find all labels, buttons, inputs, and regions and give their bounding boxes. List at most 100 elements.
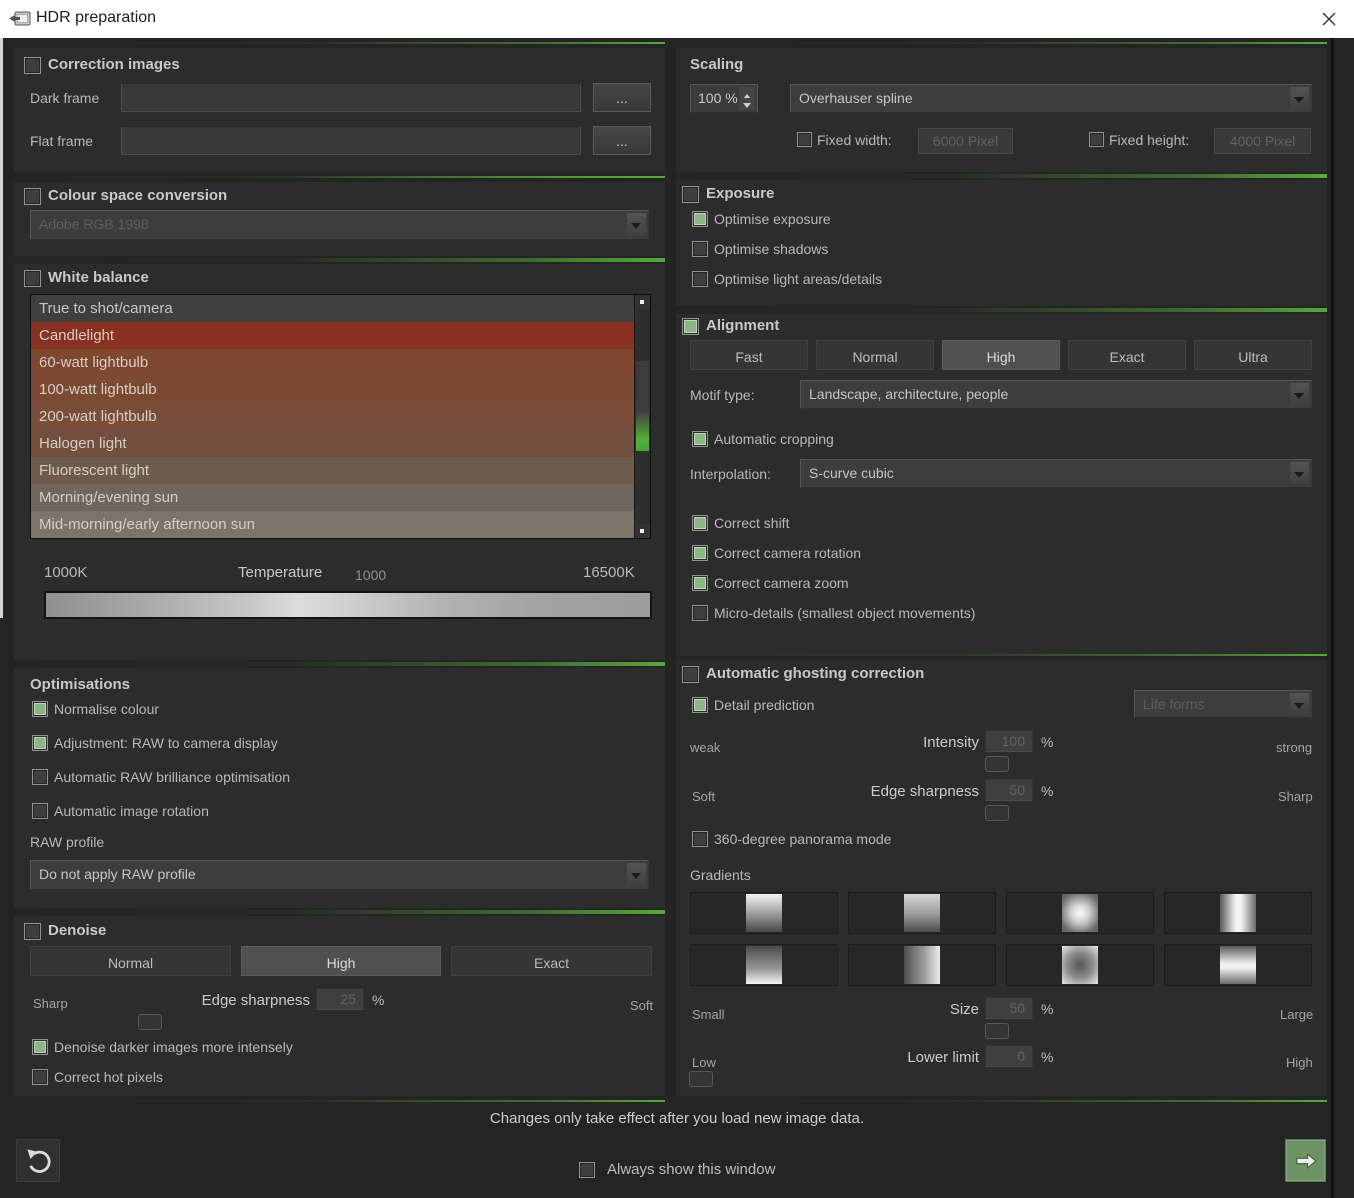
raw-profile-label: RAW profile xyxy=(30,834,104,850)
list-item[interactable]: Morning/evening sun xyxy=(31,484,650,511)
gradient-tile-1[interactable] xyxy=(690,892,838,934)
motif-type-dropdown[interactable]: Landscape, architecture, people xyxy=(800,380,1312,409)
lower-limit-value[interactable]: 0 xyxy=(985,1045,1033,1067)
close-icon[interactable] xyxy=(1316,7,1342,31)
alignment-mode-high[interactable]: High xyxy=(942,340,1060,370)
fixed-height-checkbox[interactable] xyxy=(1089,132,1104,147)
app-icon xyxy=(8,9,32,34)
panorama-mode-checkbox[interactable] xyxy=(692,831,708,847)
section-title: Exposure xyxy=(706,185,774,202)
window-right-edge xyxy=(1331,38,1334,1198)
slider-right-label: Sharp xyxy=(1278,789,1313,804)
alignment-mode-ultra[interactable]: Ultra xyxy=(1194,340,1312,370)
fixed-width-checkbox[interactable] xyxy=(797,132,812,147)
micro-details-checkbox[interactable] xyxy=(692,605,708,621)
raw-profile-dropdown[interactable]: Do not apply RAW profile xyxy=(30,860,649,890)
fixed-height-input[interactable]: 4000 Pixel xyxy=(1214,128,1311,154)
gradient-tile-4[interactable] xyxy=(1164,892,1312,934)
exposure-checkbox[interactable] xyxy=(682,186,699,203)
always-show-checkbox[interactable] xyxy=(579,1162,595,1178)
scale-percent-spinner[interactable]: 100 % xyxy=(690,84,758,113)
scrollbar-thumb[interactable] xyxy=(636,361,649,451)
list-item[interactable]: True to shot/camera xyxy=(31,295,650,322)
flat-frame-input[interactable] xyxy=(121,126,581,155)
alignment-checkbox[interactable] xyxy=(682,318,699,335)
scroll-down-icon[interactable] xyxy=(635,524,650,538)
colour-space-checkbox[interactable] xyxy=(24,188,41,205)
intensity-slider-handle[interactable] xyxy=(985,756,1009,772)
dark-frame-browse-button[interactable]: ... xyxy=(593,83,651,112)
alignment-mode-normal[interactable]: Normal xyxy=(816,340,934,370)
gradient-tile-7[interactable] xyxy=(1006,944,1154,986)
scaling-section: Scaling 100 % Overhauser spline Fixed wi… xyxy=(676,48,1327,172)
gradient-tile-3[interactable] xyxy=(1006,892,1154,934)
dropdown-arrow-icon xyxy=(1290,87,1309,110)
ghosting-checkbox[interactable] xyxy=(682,666,699,683)
scroll-up-icon[interactable] xyxy=(635,295,650,309)
detail-prediction-dropdown[interactable]: Life forms xyxy=(1134,690,1312,718)
section-title: Correction images xyxy=(48,56,180,73)
checkbox-label: Correct camera zoom xyxy=(714,575,849,591)
colour-space-dropdown[interactable]: Adobe RGB 1998 xyxy=(30,210,649,240)
forward-arrow-icon xyxy=(1293,1148,1319,1174)
denoise-mode-exact[interactable]: Exact xyxy=(451,946,652,976)
always-show-row: Always show this window xyxy=(0,1161,1354,1181)
dropdown-arrow-icon xyxy=(1290,693,1309,715)
image-rotation-checkbox[interactable] xyxy=(32,803,48,819)
scaling-method-dropdown[interactable]: Overhauser spline xyxy=(790,84,1312,113)
fixed-width-input[interactable]: 6000 Pixel xyxy=(918,128,1013,154)
edge-sharpness-value[interactable]: 50 xyxy=(985,779,1033,801)
list-item[interactable]: 200-watt lightbulb xyxy=(31,403,650,430)
list-item[interactable]: Candlelight xyxy=(31,322,650,349)
list-item[interactable]: Halogen light xyxy=(31,430,650,457)
correction-images-checkbox[interactable] xyxy=(24,57,41,74)
intensity-value[interactable]: 100 xyxy=(985,730,1033,752)
denoise-darker-checkbox[interactable] xyxy=(32,1039,48,1055)
correct-rotation-checkbox[interactable] xyxy=(692,545,708,561)
automatic-cropping-checkbox[interactable] xyxy=(692,431,708,447)
white-balance-checkbox[interactable] xyxy=(24,270,41,287)
interpolation-dropdown[interactable]: S-curve cubic xyxy=(800,459,1312,488)
gradient-tile-6[interactable] xyxy=(848,944,996,986)
dropdown-arrow-icon xyxy=(1290,383,1309,406)
optimise-light-areas-checkbox[interactable] xyxy=(692,271,708,287)
list-item[interactable]: Fluorescent light xyxy=(31,457,650,484)
normalise-colour-checkbox[interactable] xyxy=(32,701,48,717)
correct-shift-checkbox[interactable] xyxy=(692,515,708,531)
optimisations-section: Optimisations Normalise colour Adjustmen… xyxy=(14,668,665,908)
gradient-tile-5[interactable] xyxy=(690,944,838,986)
gradient-tile-2[interactable] xyxy=(848,892,996,934)
size-value[interactable]: 50 xyxy=(985,997,1033,1019)
gradient-tile-8[interactable] xyxy=(1164,944,1312,986)
alignment-mode-fast[interactable]: Fast xyxy=(690,340,808,370)
dark-frame-input[interactable] xyxy=(121,83,581,112)
size-slider-handle[interactable] xyxy=(985,1023,1009,1039)
slider-label: Intensity xyxy=(676,734,979,751)
denoise-checkbox[interactable] xyxy=(24,923,41,940)
list-item[interactable]: Mid-morning/early afternoon sun xyxy=(31,511,650,538)
edge-sharpness-slider-handle[interactable] xyxy=(985,805,1009,821)
adjustment-raw-checkbox[interactable] xyxy=(32,735,48,751)
unit-label: % xyxy=(1041,1049,1053,1065)
edge-sharpness-slider-handle[interactable] xyxy=(138,1014,162,1030)
alignment-mode-exact[interactable]: Exact xyxy=(1068,340,1186,370)
alignment-section: Alignment Fast Normal High Exact Ultra M… xyxy=(676,314,1327,656)
list-item[interactable]: 60-watt lightbulb xyxy=(31,349,650,376)
optimise-exposure-checkbox[interactable] xyxy=(692,211,708,227)
lower-limit-slider-handle[interactable] xyxy=(689,1071,713,1087)
confirm-button[interactable] xyxy=(1285,1139,1326,1182)
detail-prediction-checkbox[interactable] xyxy=(692,697,708,713)
gradient-thumb xyxy=(1062,946,1098,984)
white-balance-section: White balance True to shot/camera Candle… xyxy=(14,264,665,660)
edge-sharpness-value[interactable]: 25 xyxy=(316,988,364,1010)
flat-frame-browse-button[interactable]: ... xyxy=(593,126,651,155)
hot-pixels-checkbox[interactable] xyxy=(32,1069,48,1085)
denoise-mode-high[interactable]: High xyxy=(241,946,441,976)
temperature-slider[interactable] xyxy=(44,591,652,619)
correct-zoom-checkbox[interactable] xyxy=(692,575,708,591)
list-item[interactable]: 100-watt lightbulb xyxy=(31,376,650,403)
denoise-mode-normal[interactable]: Normal xyxy=(30,946,231,976)
raw-brilliance-checkbox[interactable] xyxy=(32,769,48,785)
optimise-shadows-checkbox[interactable] xyxy=(692,241,708,257)
spinner-down-icon[interactable] xyxy=(739,98,755,110)
